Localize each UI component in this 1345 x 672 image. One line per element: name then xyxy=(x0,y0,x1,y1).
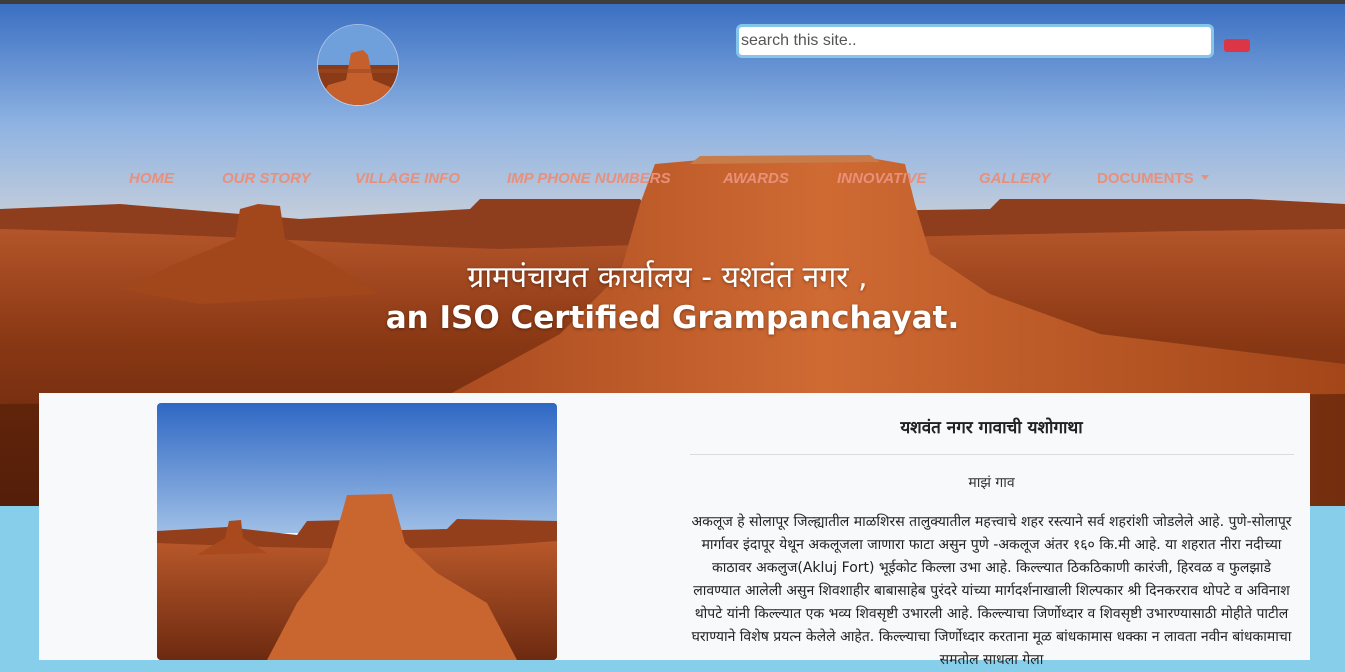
nav-village-info[interactable]: VILLAGE INFO xyxy=(355,170,460,187)
nav-our-story[interactable]: OUR STORY xyxy=(222,170,311,187)
hero-heading: ग्रामपंचायत कार्यालय - यशवंत नगर , an IS… xyxy=(0,258,1345,338)
hero-heading-marathi: ग्रामपंचायत कार्यालय - यशवंत नगर , xyxy=(467,260,868,295)
story-body: अकलूज हे सोलापूर जिल्ह्यातील माळशिरस ताल… xyxy=(691,514,1292,668)
hero-heading-english: an ISO Certified Grampanchayat. xyxy=(385,300,960,336)
nav-home[interactable]: HOME xyxy=(129,170,174,187)
caret-down-icon xyxy=(1200,175,1209,180)
story-subtitle: माझं गाव xyxy=(968,475,1015,491)
logo-image xyxy=(318,25,398,105)
nav-gallery[interactable]: GALLERY xyxy=(979,170,1050,187)
search-button[interactable] xyxy=(1224,39,1250,52)
nav-imp-phone-numbers[interactable]: IMP PHONE NUMBERS xyxy=(507,170,671,187)
divider xyxy=(690,454,1294,455)
story-title: यशवंत नगर गावाची यशोगाथा xyxy=(900,418,1083,438)
nav-awards[interactable]: AWARDS xyxy=(723,170,789,187)
nav-documents-dropdown[interactable]: DOCUMENTS xyxy=(1097,170,1209,187)
site-logo[interactable] xyxy=(317,24,399,106)
story-photo xyxy=(157,403,557,660)
search-input[interactable] xyxy=(736,24,1214,58)
main-navigation: HOME OUR STORY VILLAGE INFO IMP PHONE NU… xyxy=(0,170,1345,190)
nav-innovative[interactable]: INNOVATIVE xyxy=(837,170,926,187)
content-section: यशवंत नगर गावाची यशोगाथा माझं गाव अकलूज … xyxy=(39,393,1310,668)
nav-documents-label: DOCUMENTS xyxy=(1097,170,1194,187)
butte-photo-image xyxy=(157,403,557,660)
